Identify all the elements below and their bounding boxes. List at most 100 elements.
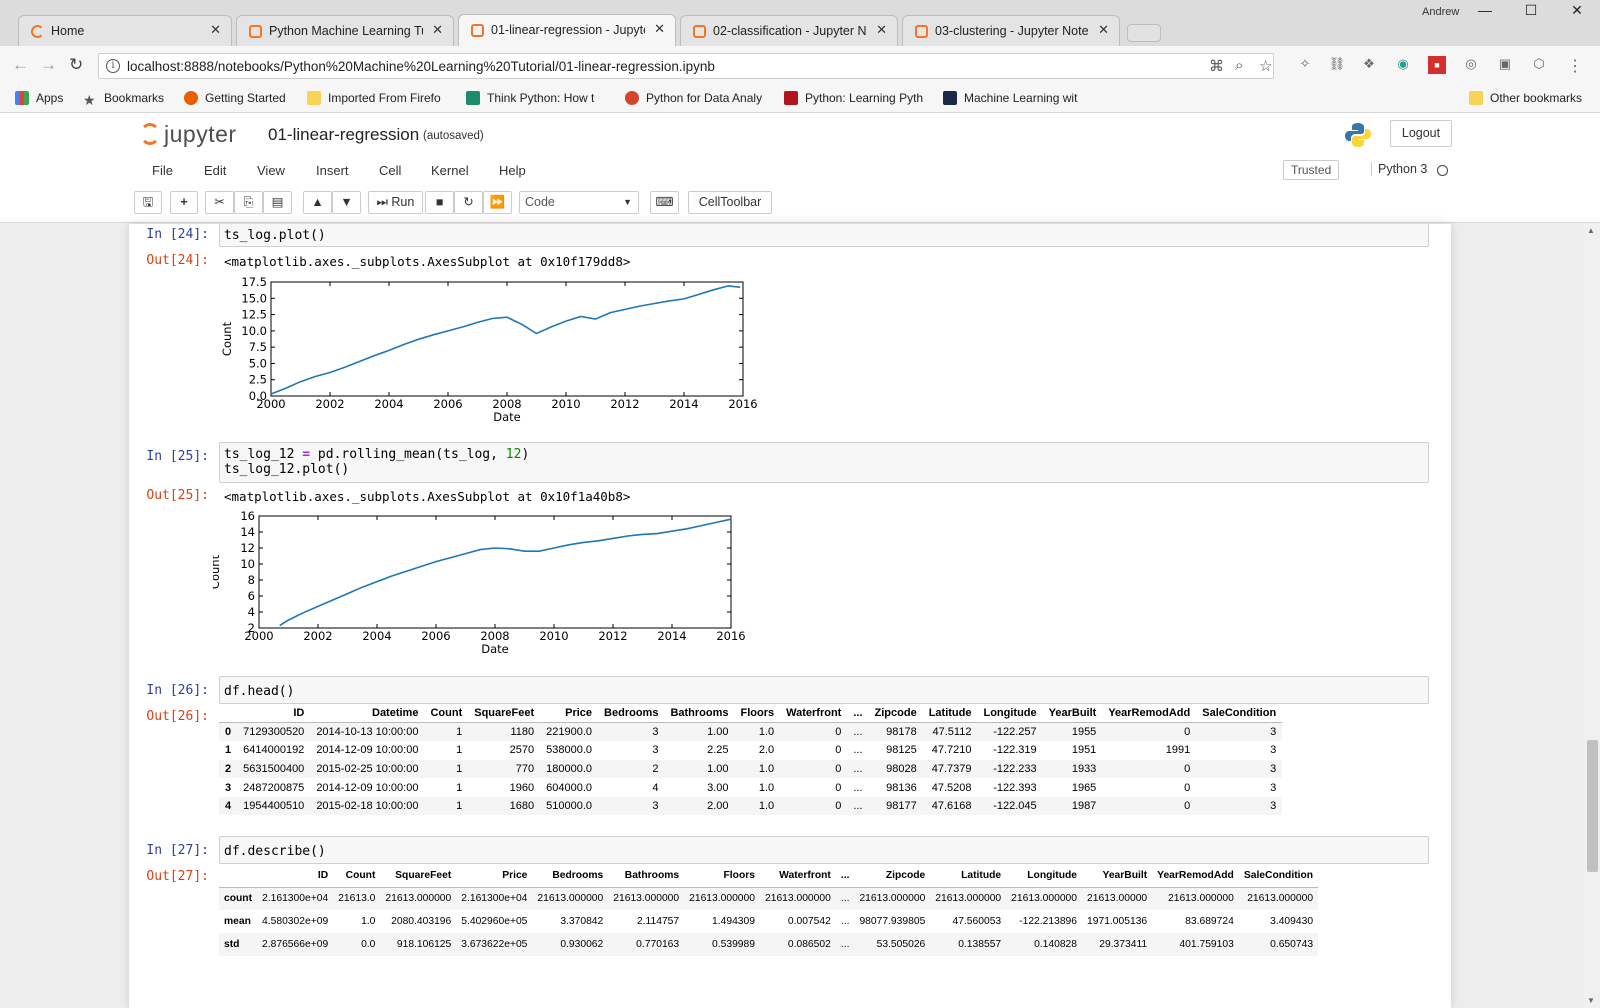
- browser-tab-clustering[interactable]: 03-clustering - Jupyter Notebo ✕: [902, 15, 1120, 46]
- address-bar[interactable]: i localhost:8888/notebooks/Python%20Mach…: [98, 53, 1274, 79]
- dataframe-describe-table: ID Count SquareFeet Price Bedrooms Bathrooms F…: [219, 864, 1319, 956]
- bookmark-bookmarks[interactable]: ★ Bookmarks: [83, 91, 164, 107]
- bookmark-machine-learning[interactable]: Machine Learning wit: [943, 91, 1077, 105]
- table-cell: 0: [1184, 781, 1191, 794]
- x-axis-label: Date: [481, 642, 509, 656]
- bookmark-imported-folder[interactable]: Imported From Firefo: [307, 91, 441, 105]
- bookmark-other[interactable]: Other bookmarks: [1469, 91, 1582, 105]
- code-cell-input[interactable]: df.head(): [219, 676, 1429, 704]
- move-up-icon[interactable]: ▲: [303, 191, 332, 214]
- trusted-indicator[interactable]: Trusted: [1283, 160, 1340, 180]
- apps-grid-icon: [15, 91, 29, 105]
- menu-view[interactable]: View: [257, 163, 285, 178]
- scroll-up-icon[interactable]: ▲: [1587, 226, 1595, 235]
- column-header: Zipcode: [868, 704, 923, 723]
- close-tab-icon[interactable]: ✕: [1098, 22, 1109, 38]
- page-scrollbar[interactable]: ▲ ▼: [1584, 224, 1600, 1008]
- menu-kernel[interactable]: Kernel: [431, 163, 469, 178]
- column-header: Price: [456, 864, 533, 888]
- menu-edit[interactable]: Edit: [204, 163, 226, 178]
- python-logo-icon: [1345, 123, 1371, 147]
- chrome-menu-icon[interactable]: ⋮: [1566, 56, 1584, 75]
- back-arrow-icon[interactable]: ←: [12, 55, 29, 75]
- y-tick-label: 10: [240, 557, 255, 571]
- extension-icon[interactable]: ◉: [1394, 56, 1412, 74]
- minimize-icon[interactable]: —: [1470, 2, 1500, 18]
- input-prompt: In [25]:: [146, 449, 209, 464]
- cell-type-select[interactable]: Code ▼: [519, 191, 639, 214]
- interrupt-icon[interactable]: ■: [425, 191, 454, 214]
- link-extension-icon[interactable]: ⛓: [1328, 56, 1346, 74]
- extension-icon[interactable]: ■: [1428, 56, 1446, 74]
- save-icon[interactable]: 🖫: [134, 191, 162, 214]
- notebook-name[interactable]: 01-linear-regression: [268, 125, 419, 145]
- bookmark-think-python[interactable]: Think Python: How t: [466, 91, 594, 105]
- kernel-name[interactable]: Python 3: [1371, 162, 1427, 176]
- menu-insert[interactable]: Insert: [316, 163, 349, 178]
- menu-cell[interactable]: Cell: [379, 163, 401, 178]
- new-tab-button[interactable]: [1127, 24, 1161, 42]
- browser-tab-home[interactable]: Home ✕: [18, 15, 232, 46]
- move-down-icon[interactable]: ▼: [332, 191, 361, 214]
- code-cell-input[interactable]: df.describe(): [219, 836, 1429, 864]
- x-tick-label: 2008: [480, 629, 509, 643]
- extension-icon[interactable]: ❖: [1360, 56, 1378, 74]
- code-cell-input[interactable]: ts_log_12 = pd.rolling_mean(ts_log, 12) …: [219, 442, 1429, 483]
- table-cell: -122.319: [993, 744, 1037, 757]
- table-cell: 1680: [468, 796, 541, 816]
- extension-icon[interactable]: ◎: [1462, 56, 1480, 74]
- copy-icon[interactable]: ⎘: [234, 191, 263, 214]
- command-palette-icon[interactable]: ⌨: [650, 191, 679, 214]
- bookmark-star-icon[interactable]: ☆: [1259, 57, 1272, 75]
- menu-help[interactable]: Help: [499, 163, 526, 178]
- close-tab-icon[interactable]: ✕: [876, 22, 887, 38]
- close-tab-icon[interactable]: ✕: [432, 22, 443, 38]
- close-tab-icon[interactable]: ✕: [654, 21, 665, 37]
- browser-tab-tutorial[interactable]: Python Machine Learning Tuto ✕: [236, 15, 454, 46]
- extension-icon[interactable]: ✧: [1296, 56, 1314, 74]
- column-header: YearBuilt: [1082, 864, 1153, 888]
- table-cell: 0.0: [333, 933, 381, 956]
- bookmark-python-data-analysis[interactable]: Python for Data Analy: [625, 91, 762, 105]
- extension-icon[interactable]: ⬡: [1530, 56, 1548, 74]
- scroll-down-icon[interactable]: ▼: [1587, 996, 1595, 1005]
- table-row: std 2.876566e+09 0.0 918.106125 3.673622e+05…: [219, 933, 1319, 956]
- browser-tab-classification[interactable]: 02-classification - Jupyter Note ✕: [680, 15, 898, 46]
- column-header: Count: [424, 704, 469, 723]
- celltoolbar-button[interactable]: CellToolbar: [688, 191, 772, 214]
- restart-run-all-icon[interactable]: ⏩: [483, 191, 512, 214]
- reload-icon[interactable]: ↻: [69, 55, 83, 75]
- cut-icon[interactable]: ✂: [205, 191, 234, 214]
- extension-icon[interactable]: ▣: [1496, 56, 1514, 74]
- url-text[interactable]: localhost:8888/notebooks/Python%20Machin…: [127, 59, 715, 74]
- line-chart-ts-log: 0.02.55.07.510.012.515.017.52000 2002 2004…: [220, 275, 758, 424]
- star-icon: ★: [83, 92, 96, 108]
- translate-icon[interactable]: ⌘: [1209, 57, 1224, 75]
- close-tab-icon[interactable]: ✕: [210, 22, 221, 38]
- restart-icon[interactable]: ↻: [454, 191, 483, 214]
- x-tick-label: 2012: [598, 629, 627, 643]
- code-cell-input[interactable]: ts_log.plot(): [219, 224, 1429, 247]
- insert-cell-icon[interactable]: +: [170, 191, 198, 214]
- column-header: YearRemodAdd: [1102, 704, 1197, 723]
- browser-tab-linear-regression[interactable]: 01-linear-regression - Jupyter ✕: [458, 14, 676, 46]
- scrollbar-thumb[interactable]: [1587, 740, 1598, 872]
- table-cell: 2487200875: [243, 781, 305, 794]
- paste-icon[interactable]: ▤: [263, 191, 292, 214]
- site-info-icon[interactable]: i: [106, 59, 120, 73]
- column-header: Latitude: [922, 704, 978, 723]
- logout-button[interactable]: Logout: [1390, 120, 1452, 147]
- maximize-icon[interactable]: ☐: [1516, 2, 1546, 19]
- table-cell: 3: [1196, 759, 1283, 779]
- zoom-icon[interactable]: ⌕: [1235, 57, 1243, 74]
- forward-arrow-icon[interactable]: →: [40, 55, 57, 75]
- profile-name[interactable]: Andrew: [1422, 6, 1459, 18]
- bookmark-apps[interactable]: Apps: [15, 91, 63, 105]
- run-button[interactable]: ⏭ Run: [368, 191, 423, 214]
- bookmark-getting-started[interactable]: Getting Started: [184, 91, 286, 105]
- bookmark-learning-python[interactable]: Python: Learning Pyth: [784, 91, 923, 105]
- menu-file[interactable]: File: [152, 163, 173, 178]
- close-window-icon[interactable]: ✕: [1562, 2, 1592, 19]
- x-axis-label: Date: [493, 410, 521, 424]
- table-cell: 0: [780, 722, 848, 742]
